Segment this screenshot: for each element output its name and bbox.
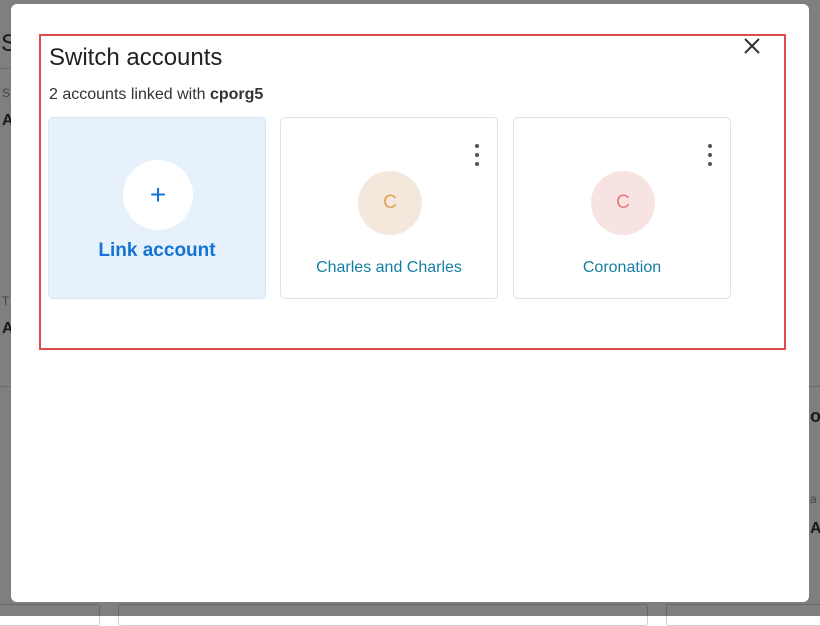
plus-glyph: + <box>149 179 167 210</box>
link-account-label: Link account <box>98 240 216 261</box>
switch-accounts-modal: Switch accounts 2 accounts linked with c… <box>11 4 809 602</box>
kebab-menu-icon[interactable] <box>467 144 487 166</box>
account-name: Coronation <box>582 259 662 276</box>
kebab-menu-icon[interactable] <box>700 144 720 166</box>
avatar: C <box>591 171 655 235</box>
modal-subtitle: 2 accounts linked with cporg5 <box>49 86 263 104</box>
account-card[interactable]: C Charles and Charles <box>280 117 498 299</box>
link-account-card[interactable]: + Link account <box>48 117 266 299</box>
plus-icon: + <box>123 160 193 230</box>
modal-title: Switch accounts <box>49 44 223 71</box>
close-icon[interactable] <box>742 36 762 56</box>
account-name: Charles and Charles <box>316 259 462 276</box>
subtitle-text: 2 accounts linked with <box>49 86 210 103</box>
org-name: cporg5 <box>209 86 264 103</box>
account-card[interactable]: C Coronation <box>513 117 731 299</box>
avatar: C <box>358 171 422 235</box>
